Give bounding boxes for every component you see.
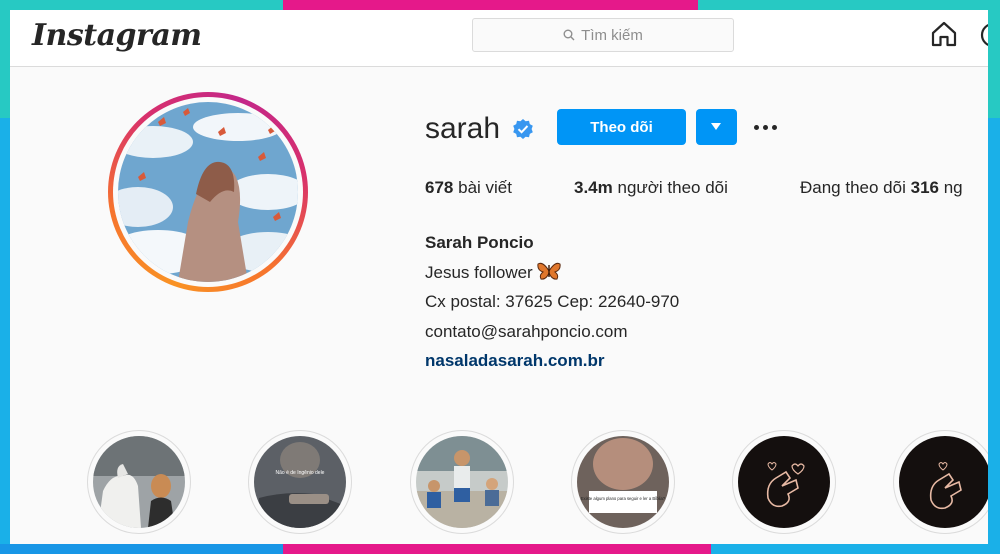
bio-website-link[interactable]: nasaladasarah.com.br xyxy=(425,346,679,376)
highlight-caption: Não é de Ingênio dele xyxy=(276,470,325,476)
story-highlight[interactable] xyxy=(87,430,191,534)
chevron-down-icon xyxy=(711,123,721,130)
suggested-accounts-dropdown-button[interactable] xyxy=(696,109,737,145)
highlight-caption: Existe algum plano para seguir e ler a B… xyxy=(581,496,666,501)
highlight-cover: Existe algum plano para seguir e ler a B… xyxy=(577,436,669,528)
search-input[interactable]: Tìm kiếm xyxy=(472,18,734,52)
story-highlight[interactable] xyxy=(410,430,514,534)
browser-window: Instagram Tìm kiếm sarah Theo dõi 678 bà… xyxy=(10,10,988,544)
highlight-cover xyxy=(899,436,988,528)
verified-badge-icon xyxy=(513,119,533,139)
bio-email: contato@sarahponcio.com xyxy=(425,321,628,341)
followers-label: người theo dõi xyxy=(617,178,728,197)
highlight-cover: Não é de Ingênio dele xyxy=(254,436,346,528)
highlight-cover xyxy=(416,436,508,528)
instagram-logo[interactable]: Instagram xyxy=(32,18,202,53)
story-highlight[interactable]: Existe algum plano para seguir e ler a B… xyxy=(571,430,675,534)
follow-button[interactable]: Theo dõi xyxy=(557,109,686,145)
top-navigation-bar: Instagram Tìm kiếm xyxy=(10,10,988,67)
bio-line: Jesus follower xyxy=(425,258,679,288)
profile-avatar-story-ring[interactable] xyxy=(108,92,308,292)
story-highlight[interactable] xyxy=(732,430,836,534)
posts-count-stat: 678 bài viết xyxy=(425,178,512,198)
more-options-icon[interactable] xyxy=(754,120,784,134)
following-count: 316 xyxy=(910,178,939,197)
profile-bio: Sarah Poncio Jesus follower Cx postal: 3… xyxy=(425,228,679,376)
highlight-cover xyxy=(93,436,185,528)
frame-band-bottom-accent xyxy=(283,544,711,554)
highlight-cover xyxy=(738,436,830,528)
story-highlight[interactable] xyxy=(893,430,988,534)
home-icon[interactable] xyxy=(930,20,958,48)
frame-band-top-accent xyxy=(283,0,698,10)
bio-line: Cx postal: 37625 Cep: 22640-970 xyxy=(425,292,680,311)
followers-stat[interactable]: 3.4m người theo dõi xyxy=(574,178,728,198)
following-suffix: ng xyxy=(943,178,963,197)
profile-full-name: Sarah Poncio xyxy=(425,233,534,252)
compass-icon[interactable] xyxy=(980,22,988,48)
search-icon xyxy=(563,29,575,41)
story-highlight[interactable]: Não é de Ingênio dele xyxy=(248,430,352,534)
posts-label: bài viết xyxy=(458,178,512,197)
following-prefix: Đang theo dõi xyxy=(800,178,906,197)
followers-count: 3.4m xyxy=(574,178,613,197)
butterfly-icon xyxy=(537,262,562,280)
bio-line-text: Jesus follower xyxy=(425,262,533,282)
search-placeholder: Tìm kiếm xyxy=(581,26,643,44)
frame-band-bottom xyxy=(0,544,283,554)
avatar xyxy=(118,102,298,282)
avatar-ring-gap xyxy=(113,97,303,287)
posts-count: 678 xyxy=(425,178,454,197)
profile-username: sarah xyxy=(425,112,501,145)
following-stat[interactable]: Đang theo dõi 316 ng xyxy=(800,178,963,198)
